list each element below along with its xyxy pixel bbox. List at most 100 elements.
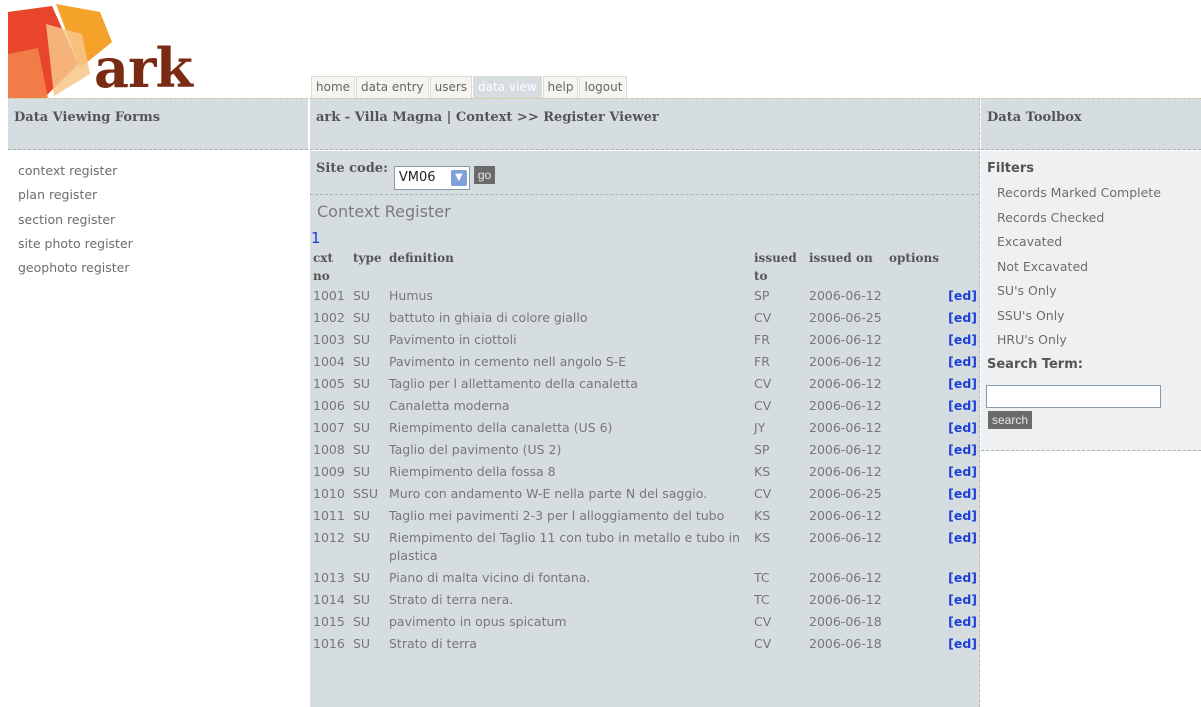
table-cell: Muro con andamento W-E nella parte N del… (389, 486, 708, 501)
table-cell: 1012 (313, 530, 345, 545)
filter-item[interactable]: SSU's Only (997, 304, 1201, 329)
edit-link[interactable]: [ed] (887, 611, 979, 633)
column-header: issued to (754, 251, 797, 283)
edit-link[interactable]: [ed] (887, 505, 979, 527)
filter-item[interactable]: Excavated (997, 230, 1201, 255)
table-cell: KS (754, 530, 771, 545)
table-cell: 2006-06-12 (809, 570, 882, 585)
table-cell: Taglio per l allettamento della canalett… (389, 376, 638, 391)
sidebar-item-site-photo-register[interactable]: site photo register (18, 232, 308, 256)
register-menu: context register plan register section reg… (8, 151, 308, 280)
nav-tab-data-view[interactable]: data view (473, 76, 542, 98)
table-cell: CV (754, 486, 772, 501)
column-header: type (353, 251, 382, 265)
table-cell: 1015 (313, 614, 345, 629)
edit-link[interactable]: [ed] (887, 483, 979, 505)
table-row: 1015 SU pavimento in opus spicatum CV 2006-0… (311, 611, 979, 633)
table-cell: 1010 (313, 486, 345, 501)
table-cell: 1016 (313, 636, 345, 651)
filter-item[interactable]: Records Checked (997, 206, 1201, 231)
table-cell: SSU (353, 486, 379, 501)
table-cell: SU (353, 464, 371, 479)
table-row: 1005 SU Taglio per l allettamento della ca… (311, 373, 979, 395)
filter-item[interactable]: Records Marked Complete (997, 181, 1201, 206)
table-cell: CV (754, 614, 772, 629)
table-cell: CV (754, 376, 772, 391)
table-cell: CV (754, 310, 772, 325)
table-cell: 2006-06-25 (809, 310, 882, 325)
table-cell: Pavimento in cemento nell angolo S-E (389, 354, 627, 369)
filter-item[interactable]: Not Excavated (997, 255, 1201, 280)
table-cell: 2006-06-12 (809, 332, 882, 347)
site-code-value: VM06 (398, 170, 436, 185)
search-button[interactable]: search (988, 410, 1033, 429)
edit-link[interactable]: [ed] (887, 351, 979, 373)
data-toolbox: Filters Records Marked Complete Records C… (981, 151, 1201, 451)
edit-link[interactable]: [ed] (887, 395, 979, 417)
ark-logo: ark (8, 4, 208, 100)
table-cell: 2006-06-18 (809, 614, 882, 629)
table-cell: Riempimento del Taglio 11 con tubo in me… (389, 530, 741, 563)
filter-item[interactable]: SU's Only (997, 279, 1201, 304)
table-cell: Strato di terra nera. (389, 592, 514, 607)
table-cell: Humus (389, 288, 433, 303)
site-code-label: Site code: (316, 161, 388, 176)
edit-link[interactable]: [ed] (887, 329, 979, 351)
table-cell: SU (353, 310, 371, 325)
table-row: 1001 SU Humus SP 2006-06-12 [ed] (311, 285, 979, 307)
sidebar-item-context-register[interactable]: context register (18, 159, 308, 183)
sidebar-item-section-register[interactable]: section register (18, 208, 308, 232)
nav-tab-users[interactable]: users (429, 76, 473, 98)
table-cell: SU (353, 570, 371, 585)
table-cell: SU (353, 508, 371, 523)
table-cell: SU (353, 636, 371, 651)
filter-item[interactable]: HRU's Only (997, 328, 1201, 353)
table-cell: SP (754, 288, 770, 303)
table-cell: CV (754, 636, 772, 651)
left-panel: context register plan register section reg… (8, 151, 308, 707)
table-cell: SU (353, 288, 371, 303)
edit-link[interactable]: [ed] (887, 461, 979, 483)
table-cell: Taglio del pavimento (US 2) (389, 442, 562, 457)
column-header: cxt no (313, 251, 334, 283)
table-cell: 1007 (313, 420, 345, 435)
pagination-link-1[interactable]: 1 (310, 227, 979, 249)
table-row: 1003 SU Pavimento in ciottoli FR 2006-06-12 [… (311, 329, 979, 351)
table-cell: SU (353, 398, 371, 413)
table-cell: 1006 (313, 398, 345, 413)
edit-link[interactable]: [ed] (887, 633, 979, 655)
table-cell: 2006-06-12 (809, 288, 882, 303)
table-cell: TC (754, 570, 770, 585)
nav-tab-logout[interactable]: logout (579, 76, 628, 98)
edit-link[interactable]: [ed] (887, 373, 979, 395)
nav-tab-data-entry[interactable]: data entry (356, 76, 429, 98)
table-cell: Taglio mei pavimenti 2-3 per l alloggiam… (389, 508, 725, 523)
nav-tab-help[interactable]: help (542, 76, 579, 98)
go-button[interactable]: go (473, 166, 496, 184)
table-cell: 2006-06-12 (809, 420, 882, 435)
table-cell: 2006-06-12 (809, 398, 882, 413)
site-code-select[interactable]: VM06 ▼ (393, 166, 470, 190)
nav-tab-home[interactable]: home (311, 76, 356, 98)
edit-link[interactable]: [ed] (887, 589, 979, 611)
table-cell: Riempimento della fossa 8 (389, 464, 556, 479)
table-cell: JY (754, 420, 766, 435)
edit-link[interactable]: [ed] (887, 417, 979, 439)
table-cell: FR (754, 332, 770, 347)
table-row: 1010 SSU Muro con andamento W-E nella part… (311, 483, 979, 505)
edit-link[interactable]: [ed] (887, 527, 979, 567)
chevron-down-icon[interactable]: ▼ (450, 170, 467, 186)
edit-link[interactable]: [ed] (887, 439, 979, 461)
edit-link[interactable]: [ed] (887, 567, 979, 589)
sidebar-item-plan-register[interactable]: plan register (18, 183, 308, 207)
edit-link[interactable]: [ed] (887, 285, 979, 307)
sidebar-item-geophoto-register[interactable]: geophoto register (18, 256, 308, 280)
edit-link[interactable]: [ed] (887, 307, 979, 329)
search-input[interactable] (986, 384, 1161, 408)
table-cell: Piano di malta vicino di fontana. (389, 570, 591, 585)
table-row: 1014 SU Strato di terra nera. TC 2006-06-12 [… (311, 589, 979, 611)
column-header: issued on (809, 251, 873, 265)
table-cell: TC (754, 592, 770, 607)
table-cell: 1014 (313, 592, 345, 607)
table-cell: 2006-06-12 (809, 442, 882, 457)
